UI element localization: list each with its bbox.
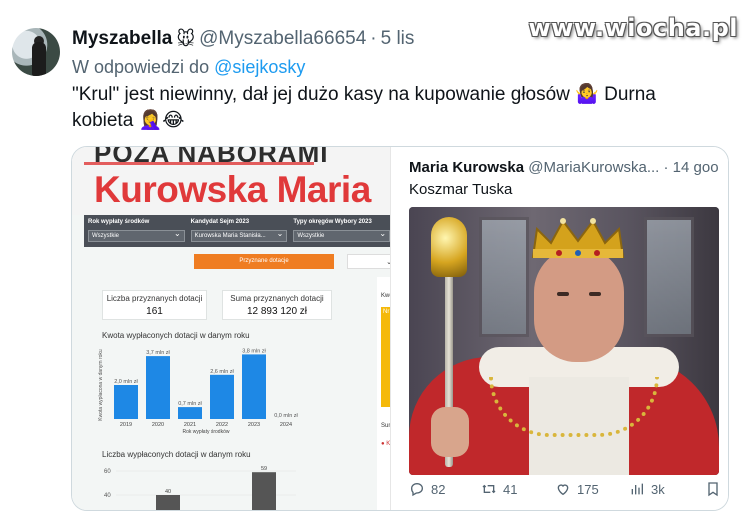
filter-candidate-select[interactable]: Kurowska Maria Stanisła...	[190, 230, 288, 242]
chart1-x-tick-label: 2019	[120, 422, 132, 428]
chart1-y-axis-label: Kwota wypłacona w danym roku	[98, 349, 104, 421]
display-name[interactable]: Myszabella	[72, 28, 172, 50]
filter-candidate[interactable]: Kandydat Sejm 2023 Kurowska Maria Stanis…	[190, 218, 288, 244]
kpi-sum-label: Suma przyznanych dotacji	[230, 294, 324, 303]
views-chart-icon	[631, 483, 643, 495]
granted-subsidies-button[interactable]: Przyznane dotacje	[194, 254, 334, 269]
chart2-bar	[252, 472, 276, 510]
amount-bar-chart: Kwota wypłacona w danym roku 2,0 mln zł 20…	[98, 348, 299, 435]
filter-district-label: Typy okręgów Wybory 2023	[293, 219, 372, 225]
user-avatar[interactable]	[12, 28, 60, 76]
tweet-header: Myszabella 🐭 @Myszabella66654 · 5 lis	[72, 28, 414, 50]
crown-icon	[531, 218, 625, 258]
chart1-data-label: 2,6 mln zł	[210, 369, 234, 375]
chart1-bar	[146, 356, 170, 419]
chart1-x-axis-label: Rok wypłaty środków	[183, 429, 230, 435]
sliver-label-2: Nr	[383, 309, 390, 315]
chart2-y-tick: 60	[104, 469, 111, 475]
reply-count: 82	[431, 481, 446, 497]
reply-prefix: W odpowiedzi do	[72, 57, 210, 77]
chart1-x-tick-label: 2021	[184, 422, 196, 428]
kpi-card-count: Liczba przyznanych dotacji 161	[102, 290, 207, 320]
reply-icon	[410, 482, 424, 497]
quoted-tweet[interactable]: Maria Kurowska @MariaKurowska... · 14 go…	[390, 147, 728, 510]
chart2-bar	[156, 495, 180, 510]
user-handle[interactable]: @Myszabella66654	[199, 28, 366, 50]
chart1-x-tick-label: 2023	[248, 422, 260, 428]
chart1-bar	[210, 374, 234, 419]
avatar-silhouette-body	[32, 42, 46, 76]
chart1-data-label: 0,0 mln zł	[274, 413, 298, 419]
separator-dot: ·	[370, 28, 377, 49]
chart2-title: Liczba wypłaconych dotacji w danym roku	[102, 450, 251, 459]
heart-icon	[557, 484, 569, 496]
watermark-logo: www.wiocha.pl	[528, 14, 738, 42]
chart2-y-tick: 40	[104, 493, 111, 499]
chart2-data-label: 40	[165, 489, 171, 495]
hand	[431, 407, 469, 457]
candidate-name: Kurowska Maria	[94, 169, 371, 210]
kpi-count-value: 161	[146, 306, 163, 317]
kpi-count-label: Liczba przyznanych dotacji	[106, 294, 203, 303]
filter-district-select[interactable]: Wszystkie	[293, 230, 391, 242]
chart1-bar	[114, 385, 138, 419]
quoted-display-name[interactable]: Maria Kurowska	[409, 159, 524, 176]
chart1-data-label: 3,8 mln zł	[242, 348, 266, 354]
eye-left	[557, 292, 569, 296]
quoted-tweet-text: Koszmar Tuska	[409, 181, 513, 198]
reply-button[interactable]: 82	[409, 481, 481, 497]
retweet-icon	[482, 484, 496, 494]
chart1-bar	[242, 354, 266, 419]
filters-bar: Rok wypłaty środków Wszystkie Kandydat S…	[84, 215, 394, 247]
timestamp[interactable]: 5 lis	[381, 28, 415, 50]
tweet-text: "Krul" jest niewinny, dał jej dużo kasy …	[72, 82, 722, 134]
chart1-title: Kwota wypłaconych dotacji w danym roku	[102, 331, 250, 340]
retweet-count: 41	[503, 481, 518, 497]
media-card[interactable]: POZA NABORAMI Kurowska Maria Rok wypłaty…	[71, 146, 729, 511]
chart1-x-tick-label: 2022	[216, 422, 228, 428]
filter-year-select[interactable]: Wszystkie	[88, 230, 185, 242]
count-bar-chart: 60 40 40 59	[104, 466, 296, 510]
like-button[interactable]: 175	[555, 481, 629, 497]
dashboard-screenshot-image[interactable]: POZA NABORAMI Kurowska Maria Rok wypłaty…	[72, 147, 402, 510]
bookmark-icon	[708, 482, 718, 497]
chart1-data-label: 2,0 mln zł	[114, 379, 138, 385]
retweet-button[interactable]: 41	[481, 481, 555, 497]
chart1-bar	[178, 407, 202, 419]
banner-text: POZA NABORAMI	[94, 147, 329, 168]
views-button[interactable]: 3k	[629, 481, 705, 497]
banner-red-line	[84, 162, 314, 165]
quoted-tweet-header: Maria Kurowska @MariaKurowska... · 14 go…	[409, 159, 719, 176]
kpi-sum-value: 12 893 120 zł	[246, 306, 308, 317]
eye-right	[589, 292, 601, 296]
scepter-head	[431, 217, 467, 277]
quoted-handle[interactable]: @MariaKurowska...	[528, 159, 659, 176]
quoted-timestamp[interactable]: 14 goo	[673, 159, 719, 176]
chart1-x-tick-label: 2024	[280, 422, 292, 428]
reply-context: W odpowiedzi do @siejkosky	[72, 57, 305, 78]
face	[534, 247, 624, 362]
chart1-data-label: 3,7 mln zł	[146, 350, 170, 356]
filter-year-label: Rok wypłaty środków	[88, 219, 150, 225]
kpi-card-sum: Suma przyznanych dotacji 12 893 120 zł	[222, 290, 332, 320]
reply-handle-link[interactable]: @siejkosky	[214, 57, 305, 77]
tweet-text-line-1: "Krul" jest niewinny, dał jej dużo kasy …	[72, 84, 656, 105]
filter-district[interactable]: Typy okręgów Wybory 2023 Wszystkie	[293, 218, 391, 244]
filter-candidate-label: Kandydat Sejm 2023	[190, 219, 250, 225]
tweet-actions-bar: 82 41 175 3k	[409, 481, 728, 497]
quoted-separator: ·	[663, 159, 669, 176]
photo-window-right	[644, 217, 694, 337]
chart1-x-tick-label: 2020	[152, 422, 164, 428]
chart2-data-label: 59	[261, 466, 267, 472]
mouse-emoji-icon: 🐭	[176, 28, 196, 49]
views-count: 3k	[651, 481, 665, 497]
tweet-text-line-2: kobieta 🤦‍♀️😂	[72, 110, 185, 131]
filter-year[interactable]: Rok wypłaty środków Wszystkie	[88, 218, 185, 244]
king-portrait-image[interactable]	[409, 207, 719, 475]
like-count: 175	[577, 481, 599, 497]
bookmark-button[interactable]	[705, 481, 721, 497]
chart1-data-label: 0,7 mln zł	[178, 401, 202, 407]
photo-window-left	[479, 217, 529, 337]
